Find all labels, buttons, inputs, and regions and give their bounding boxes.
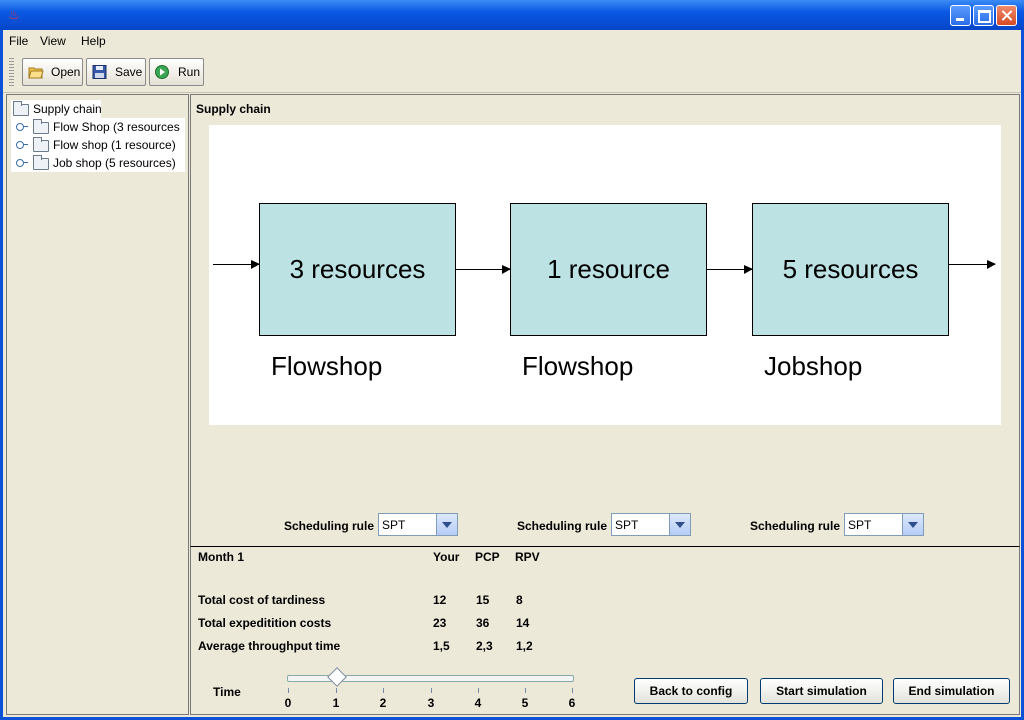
- slider-tick: [288, 688, 289, 693]
- tree-item[interactable]: Flow Shop (3 resources: [11, 118, 185, 136]
- stat-label: Average throughput time: [198, 639, 341, 653]
- panel-title: Supply chain: [196, 102, 271, 116]
- tree-item[interactable]: Job shop (5 resources): [11, 154, 185, 172]
- results-panel: Month 1 Your PCP RPV Total cost of tardi…: [190, 546, 1020, 715]
- scheduling-rule-select-3[interactable]: SPT: [844, 513, 924, 536]
- tree-root[interactable]: Supply chain: [11, 100, 102, 118]
- folder-open-icon: [13, 101, 29, 116]
- slider-tick-label: 5: [521, 696, 529, 710]
- menu-file[interactable]: File: [9, 34, 28, 48]
- close-button[interactable]: [996, 5, 1017, 26]
- chevron-down-icon[interactable]: [902, 514, 923, 535]
- toolbar-grip[interactable]: [9, 58, 14, 88]
- flow-arrow: [707, 265, 753, 274]
- tree-item[interactable]: Flow shop (1 resource): [11, 136, 185, 154]
- open-label: Open: [51, 65, 81, 79]
- selected-value: SPT: [615, 518, 639, 532]
- input-arrow: [213, 260, 260, 269]
- header-pcp: PCP: [475, 550, 500, 564]
- slider-tick-label: 0: [284, 696, 292, 710]
- tree-item-label: Flow Shop (3 resources: [53, 120, 180, 134]
- tree-handle-icon[interactable]: [16, 159, 28, 167]
- scheduling-rule-label: Scheduling rule: [750, 519, 841, 533]
- stage-caption-2: Flowshop: [522, 351, 634, 381]
- slider-tick-label: 6: [568, 696, 576, 710]
- tree-handle-icon[interactable]: [16, 141, 28, 149]
- stat-value: 1,5: [433, 639, 450, 653]
- stage-caption-1: Flowshop: [271, 351, 383, 381]
- start-simulation-button[interactable]: Start simulation: [760, 678, 883, 704]
- chevron-down-icon[interactable]: [436, 514, 457, 535]
- open-folder-icon: [28, 67, 44, 79]
- scheduling-rule-select-2[interactable]: SPT: [611, 513, 691, 536]
- stat-value: 1,2: [516, 639, 533, 653]
- slider-tick-label: 2: [379, 696, 387, 710]
- output-arrow: [949, 260, 996, 269]
- slider-tick-label: 1: [332, 696, 340, 710]
- tree-item-label: Job shop (5 resources): [53, 156, 176, 170]
- supply-chain-panel: Supply chain 3 resources 1 resource 5 re…: [190, 94, 1020, 547]
- end-simulation-button[interactable]: End simulation: [893, 678, 1010, 704]
- stat-value: 12: [433, 593, 447, 607]
- maximize-button[interactable]: [973, 5, 994, 26]
- tree-root-label: Supply chain: [33, 102, 102, 116]
- run-button[interactable]: Run: [149, 58, 204, 86]
- stage-box-2: 1 resource: [510, 203, 707, 336]
- back-to-config-button[interactable]: Back to config: [634, 678, 748, 704]
- tree-handle-icon[interactable]: [16, 123, 28, 131]
- menu-bar: File View Help: [3, 30, 1021, 52]
- stat-label: Total cost of tardiness: [198, 593, 326, 607]
- stat-value: 14: [516, 616, 530, 630]
- slider-tick: [431, 688, 432, 693]
- header-your: Your: [433, 550, 460, 564]
- selected-value: SPT: [382, 518, 406, 532]
- time-slider-thumb[interactable]: [327, 667, 347, 687]
- month-label: Month 1: [198, 550, 244, 564]
- folder-icon: [33, 155, 49, 170]
- stat-value: 36: [476, 616, 490, 630]
- run-play-icon: [155, 65, 169, 79]
- tree-item-label: Flow shop (1 resource): [53, 138, 176, 152]
- stat-label: Total expeditition costs: [198, 616, 332, 630]
- menu-view[interactable]: View: [40, 34, 66, 48]
- folder-icon: [33, 119, 49, 134]
- scheduling-rule-label: Scheduling rule: [284, 519, 375, 533]
- title-bar[interactable]: ♨: [0, 0, 1024, 30]
- scheduling-rule-label: Scheduling rule: [517, 519, 608, 533]
- header-rpv: RPV: [515, 550, 540, 564]
- run-label: Run: [178, 65, 201, 79]
- chevron-down-icon[interactable]: [669, 514, 690, 535]
- window-frame: File View Help Open Save Run Supply chai…: [3, 30, 1021, 717]
- floppy-disk-icon: [92, 65, 107, 79]
- time-label: Time: [213, 685, 241, 699]
- slider-tick: [478, 688, 479, 693]
- toolbar: Open Save Run: [3, 54, 1021, 93]
- tree-panel: Supply chain Flow Shop (3 resources Flow…: [6, 94, 189, 715]
- slider-tick: [572, 688, 573, 693]
- menu-help[interactable]: Help: [81, 34, 106, 48]
- slider-tick: [336, 688, 337, 693]
- minimize-button[interactable]: [950, 5, 971, 26]
- stat-value: 8: [516, 593, 523, 607]
- flow-arrow: [456, 265, 511, 274]
- stat-value: 15: [476, 593, 490, 607]
- slider-tick: [383, 688, 384, 693]
- folder-icon: [33, 137, 49, 152]
- save-label: Save: [115, 65, 143, 79]
- stage-box-3: 5 resources: [752, 203, 949, 336]
- supply-chain-diagram: 3 resources 1 resource 5 resources Flows…: [209, 125, 1001, 425]
- stat-value: 2,3: [476, 639, 493, 653]
- slider-tick-label: 4: [474, 696, 482, 710]
- stage-caption-3: Jobshop: [764, 351, 863, 381]
- scheduling-rule-select-1[interactable]: SPT: [378, 513, 458, 536]
- slider-tick-label: 3: [427, 696, 435, 710]
- app-window: ♨ File View Help Open Save Run Supply ch…: [0, 0, 1024, 720]
- selected-value: SPT: [848, 518, 872, 532]
- save-button[interactable]: Save: [86, 58, 146, 86]
- slider-tick: [525, 688, 526, 693]
- java-app-icon: ♨: [8, 7, 20, 22]
- stat-value: 23: [433, 616, 447, 630]
- stage-box-1: 3 resources: [259, 203, 456, 336]
- open-button[interactable]: Open: [22, 58, 83, 86]
